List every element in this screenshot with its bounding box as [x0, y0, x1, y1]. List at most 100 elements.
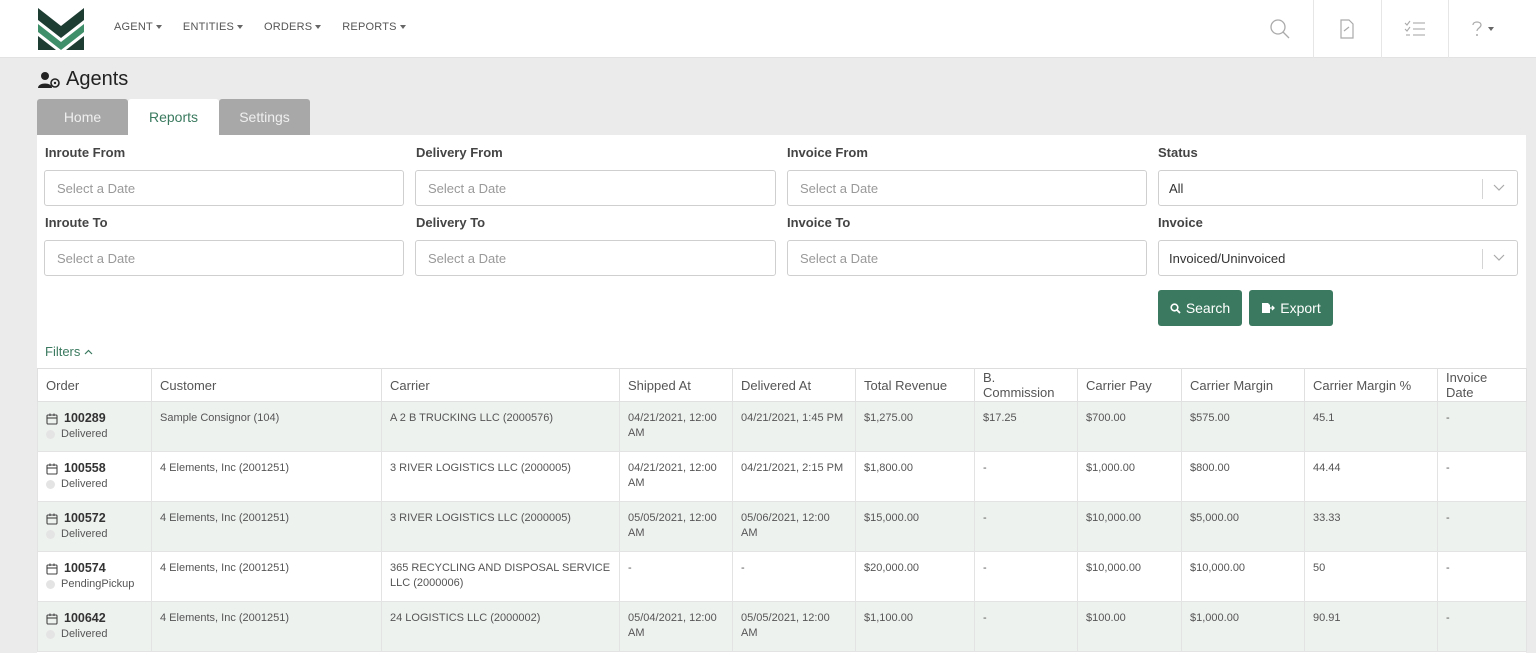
cell-commission: $17.25 [974, 401, 1078, 452]
search-button[interactable] [1246, 0, 1313, 58]
nav-reports[interactable]: REPORTS [342, 21, 406, 33]
order-status: Delivered [46, 427, 143, 442]
top-navbar: AGENT ENTITIES ORDERS REPORTS [0, 0, 1536, 58]
page-title: Agents [38, 68, 128, 91]
column-header[interactable]: Total Revenue [855, 368, 975, 402]
caret-down-icon [1487, 27, 1494, 31]
cell-carrier: 24 LOGISTICS LLC (2000002) [381, 601, 620, 652]
inroute-from-label: Inroute From [45, 145, 126, 160]
order-cell[interactable]: 100572 Delivered [37, 501, 152, 552]
cell-customer: 4 Elements, Inc (2001251) [151, 601, 382, 652]
invoice-from-label: Invoice From [787, 145, 868, 160]
cell-delivered: 04/21/2021, 1:45 PM [732, 401, 856, 452]
table-row[interactable]: 100574 PendingPickup 4 Elements, Inc (2001… [37, 551, 1527, 602]
status-dot-icon [46, 630, 55, 639]
invoice-from-input[interactable]: Select a Date [787, 170, 1147, 206]
table-header-row: Order Customer Carrier Shipped At Delive… [37, 368, 1527, 402]
cell-margin: $575.00 [1181, 401, 1305, 452]
order-number[interactable]: 100572 [46, 511, 143, 526]
cell-margin: $5,000.00 [1181, 501, 1305, 552]
invoice-select-value: Invoiced/Uninvoiced [1169, 250, 1286, 266]
table-row[interactable]: 100289 Delivered Sample Consignor (104) A 2… [37, 401, 1527, 452]
main-nav: AGENT ENTITIES ORDERS REPORTS [114, 21, 427, 33]
order-number[interactable]: 100574 [46, 561, 143, 576]
cell-customer: 4 Elements, Inc (2001251) [151, 501, 382, 552]
cell-delivered: - [732, 551, 856, 602]
column-header[interactable]: Carrier Pay [1077, 368, 1182, 402]
order-number[interactable]: 100558 [46, 461, 143, 476]
nav-orders[interactable]: ORDERS [264, 21, 322, 33]
export-button[interactable]: Export [1249, 290, 1333, 326]
inroute-to-input[interactable]: Select a Date [44, 240, 404, 276]
filters-toggle-label: Filters [45, 344, 81, 359]
order-number-text: 100572 [64, 511, 106, 525]
delivery-from-label: Delivery From [416, 145, 503, 160]
order-number[interactable]: 100642 [46, 611, 143, 626]
table-row[interactable]: 100572 Delivered 4 Elements, Inc (2001251)… [37, 501, 1527, 552]
column-header[interactable]: Shipped At [619, 368, 733, 402]
caret-down-icon [155, 25, 162, 29]
help-menu[interactable] [1448, 0, 1515, 58]
inroute-from-input[interactable]: Select a Date [44, 170, 404, 206]
search-button[interactable]: Search [1158, 290, 1242, 326]
agents-icon [38, 71, 60, 88]
delivery-from-input[interactable]: Select a Date [415, 170, 776, 206]
nav-agent-label: AGENT [114, 21, 153, 33]
column-header[interactable]: Delivered At [732, 368, 856, 402]
cell-margin-pct: 44.44 [1304, 451, 1438, 502]
order-number-text: 100289 [64, 411, 106, 425]
order-cell[interactable]: 100289 Delivered [37, 401, 152, 452]
nav-entities[interactable]: ENTITIES [183, 21, 244, 33]
cell-carrier-pay: $1,000.00 [1077, 451, 1182, 502]
cell-carrier: A 2 B TRUCKING LLC (2000576) [381, 401, 620, 452]
cell-carrier: 365 RECYCLING AND DISPOSAL SERVICE LLC (… [381, 551, 620, 602]
inroute-to-label: Inroute To [45, 215, 108, 230]
nav-agent[interactable]: AGENT [114, 21, 162, 33]
table-row[interactable]: 100558 Delivered 4 Elements, Inc (2001251)… [37, 451, 1527, 502]
column-header[interactable]: B. Commission [974, 368, 1078, 402]
tab-reports[interactable]: Reports [128, 99, 219, 135]
order-status: Delivered [46, 527, 143, 542]
order-cell[interactable]: 100574 PendingPickup [37, 551, 152, 602]
order-status: Delivered [46, 477, 143, 492]
order-cell[interactable]: 100558 Delivered [37, 451, 152, 502]
cell-customer: 4 Elements, Inc (2001251) [151, 551, 382, 602]
select-divider [1482, 249, 1483, 269]
column-header[interactable]: Customer [151, 368, 382, 402]
cell-shipped: 04/21/2021, 12:00 AM [619, 401, 733, 452]
order-status: Delivered [46, 627, 143, 642]
column-header[interactable]: Invoice Date [1437, 368, 1527, 402]
invoice-label: Invoice [1158, 215, 1203, 230]
documents-button[interactable] [1313, 0, 1380, 58]
column-header[interactable]: Order [37, 368, 152, 402]
cell-revenue: $15,000.00 [855, 501, 975, 552]
order-cell[interactable]: 100642 Delivered [37, 601, 152, 652]
delivery-to-input[interactable]: Select a Date [415, 240, 776, 276]
column-header[interactable]: Carrier Margin [1181, 368, 1305, 402]
table-row[interactable]: 100642 Delivered 4 Elements, Inc (2001251)… [37, 601, 1527, 652]
cell-margin: $10,000.00 [1181, 551, 1305, 602]
invoice-select[interactable]: Invoiced/Uninvoiced [1158, 240, 1518, 276]
logo-icon[interactable] [36, 6, 86, 52]
status-select[interactable]: All [1158, 170, 1518, 206]
tab-bar: Home Reports Settings [37, 99, 310, 135]
cell-carrier-pay: $10,000.00 [1077, 551, 1182, 602]
cell-shipped: 05/05/2021, 12:00 AM [619, 501, 733, 552]
order-number-text: 100574 [64, 561, 106, 575]
column-header[interactable]: Carrier [381, 368, 620, 402]
filters-toggle[interactable]: Filters [45, 344, 93, 359]
order-status: PendingPickup [46, 577, 143, 592]
cell-carrier-pay: $10,000.00 [1077, 501, 1182, 552]
invoice-to-input[interactable]: Select a Date [787, 240, 1147, 276]
column-header[interactable]: Carrier Margin % [1304, 368, 1438, 402]
calendar-icon [46, 463, 58, 475]
tab-settings[interactable]: Settings [219, 99, 310, 135]
tab-home[interactable]: Home [37, 99, 128, 135]
order-number[interactable]: 100289 [46, 411, 143, 426]
search-icon [1269, 19, 1289, 39]
cell-carrier-pay: $100.00 [1077, 601, 1182, 652]
select-divider [1482, 179, 1483, 199]
tasks-button[interactable] [1381, 0, 1448, 58]
cell-customer: Sample Consignor (104) [151, 401, 382, 452]
order-status-text: Delivered [61, 428, 108, 440]
